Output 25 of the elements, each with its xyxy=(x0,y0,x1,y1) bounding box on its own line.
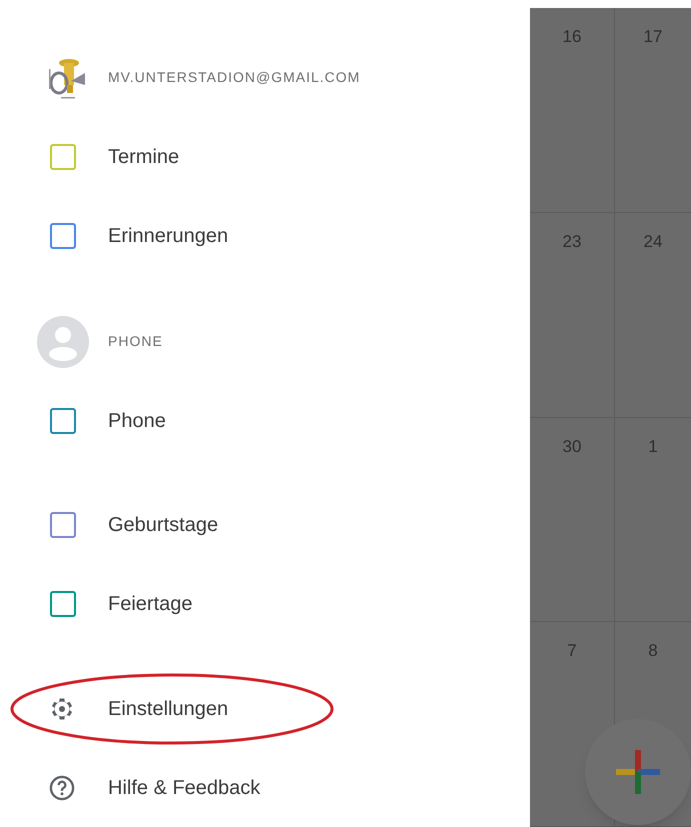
day-number[interactable]: 23 xyxy=(562,228,582,254)
calendar-checkbox[interactable] xyxy=(50,590,76,616)
calendar-name[interactable]: Feiertage xyxy=(108,588,192,618)
day-number[interactable]: 8 xyxy=(648,638,658,664)
day-number[interactable]: 30 xyxy=(562,434,582,459)
account-name: MV.UNTERSTADION@GMAIL.COM xyxy=(108,68,360,87)
day-number[interactable]: 17 xyxy=(644,24,662,50)
account-name: PHONE xyxy=(108,332,163,351)
day-number[interactable]: 24 xyxy=(644,228,662,254)
calendar-checkbox[interactable] xyxy=(50,408,76,434)
day-number[interactable]: 7 xyxy=(567,638,577,664)
person-avatar-icon xyxy=(37,316,89,368)
menu-item[interactable]: Einstellungen xyxy=(108,694,228,724)
calendar-checkbox[interactable] xyxy=(50,144,76,170)
help-icon xyxy=(48,774,76,802)
calendar-checkbox[interactable] xyxy=(50,512,76,538)
calendar-name[interactable]: Termine xyxy=(108,142,180,172)
day-number[interactable]: 1 xyxy=(648,434,658,459)
day-number[interactable]: 16 xyxy=(562,24,582,50)
calendar-name[interactable]: Geburtstage xyxy=(108,510,218,540)
plus-icon xyxy=(616,750,660,794)
calendar-name[interactable]: Phone xyxy=(108,406,166,436)
calendar-checkbox[interactable] xyxy=(50,222,76,248)
calendar-name[interactable]: Erinnerungen xyxy=(108,220,228,250)
menu-item[interactable]: Hilfe & Feedback xyxy=(108,772,260,802)
